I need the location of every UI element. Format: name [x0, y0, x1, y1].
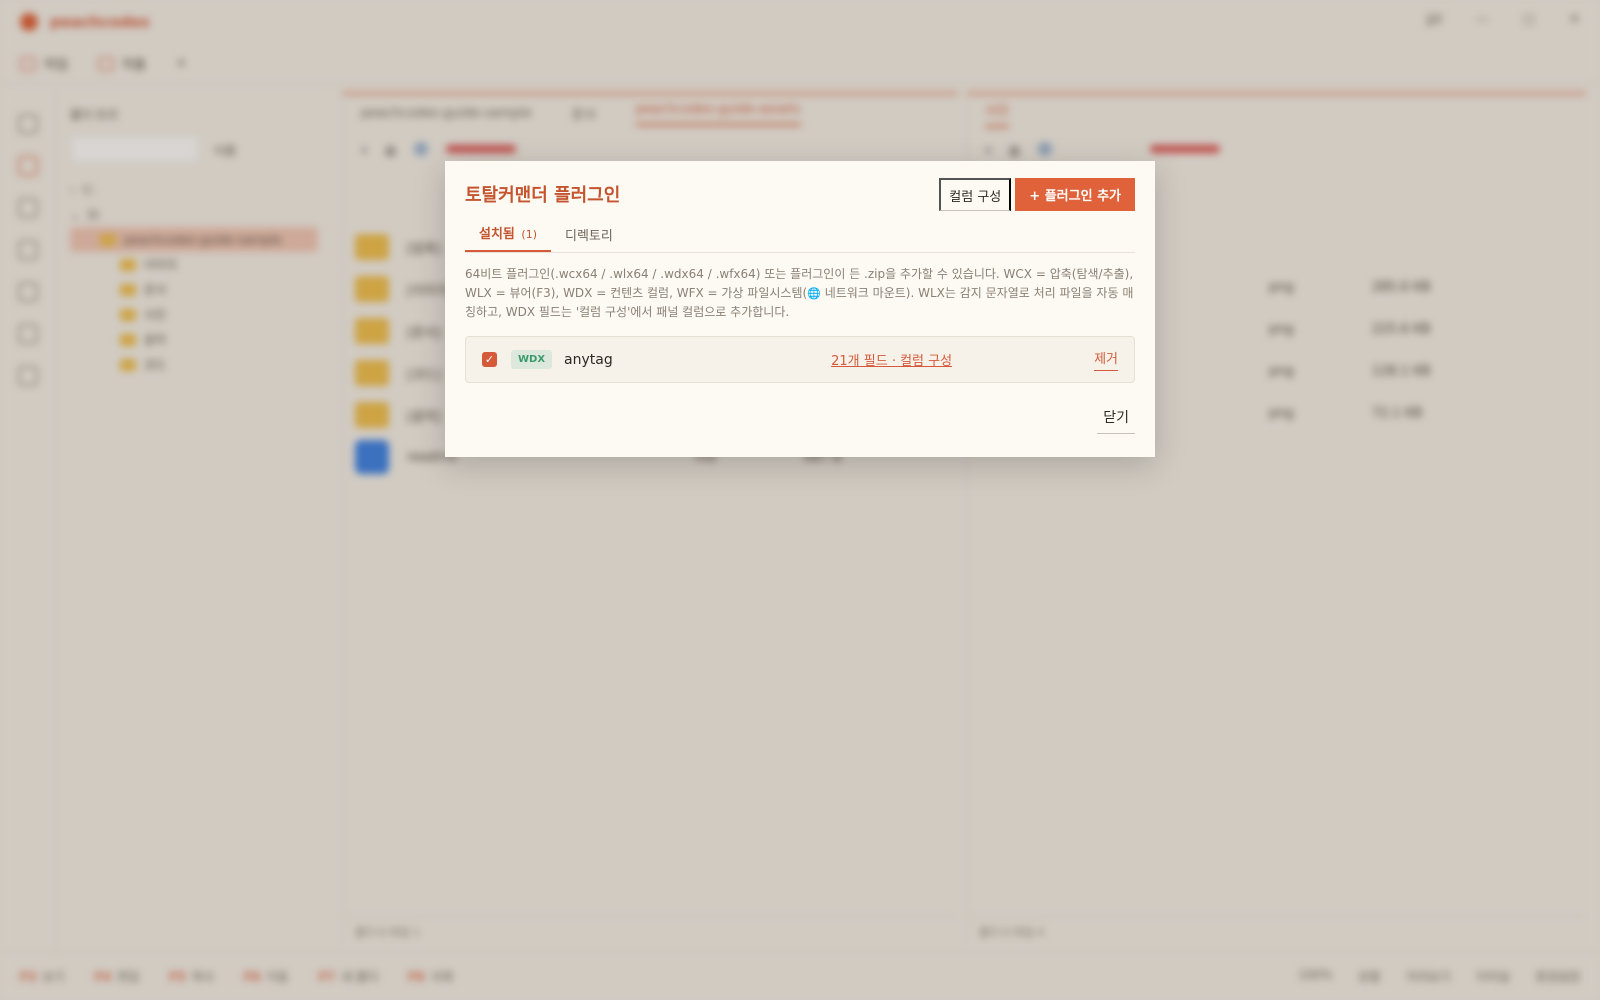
tab-directory-label: 디렉토리 [565, 229, 613, 244]
plugin-name: anytag [564, 351, 613, 368]
tab-directory[interactable]: 디렉토리 [551, 225, 627, 252]
tab-installed-count: (1) [521, 228, 538, 241]
dialog-header: 토탈커맨더 플러그인 컬럼 구성 + 플러그인 추가 [465, 177, 1135, 211]
plugin-fields-link[interactable]: 21개 필드 · 컬럼 구성 [831, 350, 952, 369]
dialog-header-actions: 컬럼 구성 + 플러그인 추가 [939, 177, 1135, 211]
tab-installed-label: 설치됨 [479, 227, 515, 242]
add-plugin-button[interactable]: + 플러그인 추가 [1015, 177, 1135, 211]
dialog-footer: 닫기 [465, 405, 1135, 434]
dialog-title: 토탈커맨더 플러그인 [465, 185, 621, 206]
modal-backdrop[interactable] [0, 0, 1600, 1000]
column-config-button[interactable]: 컬럼 구성 [939, 177, 1012, 211]
tab-installed[interactable]: 설치됨 (1) [465, 223, 552, 252]
plugin-remove-button[interactable]: 제거 [1094, 348, 1118, 371]
dialog-tabs: 설치됨 (1) 디렉토리 [465, 219, 1135, 253]
plugin-enabled-checkbox[interactable]: ✓ [482, 352, 497, 367]
plugin-description: 64비트 플러그인(.wcx64 / .wlx64 / .wdx64 / .wf… [465, 265, 1135, 322]
globe-icon: 🌐 [807, 287, 821, 300]
plugin-dialog: 토탈커맨더 플러그인 컬럼 구성 + 플러그인 추가 설치됨 (1) 디렉토리 … [445, 161, 1155, 457]
plugin-type-badge: WDX [511, 350, 553, 369]
close-button[interactable]: 닫기 [1097, 405, 1135, 434]
plugin-row: ✓ WDX anytag 21개 필드 · 컬럼 구성 제거 [465, 336, 1135, 383]
